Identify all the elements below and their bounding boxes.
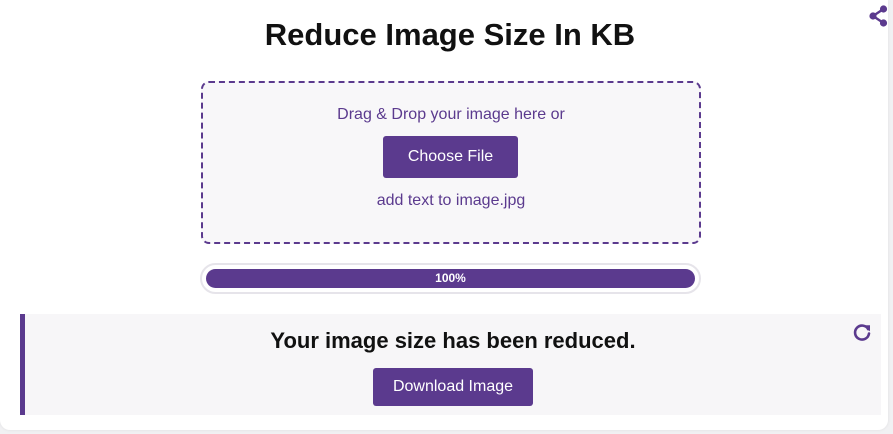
page-title: Reduce Image Size In KB	[264, 17, 636, 52]
choose-file-button[interactable]: Choose File	[383, 136, 518, 178]
refresh-icon[interactable]	[851, 322, 873, 344]
progress-percent: 100%	[435, 271, 466, 285]
result-message: Your image size has been reduced.	[270, 328, 636, 353]
download-image-button[interactable]: Download Image	[373, 368, 533, 406]
drop-instruction: Drag & Drop your image here or	[337, 106, 565, 123]
image-drop-zone[interactable]: Drag & Drop your image here or Choose Fi…	[201, 81, 701, 244]
selected-file-name: add text to image.jpg	[376, 192, 526, 209]
tool-card: Reduce Image Size In KB Drag & Drop your…	[0, 0, 888, 430]
upload-progress-bar: 100%	[200, 263, 701, 294]
result-panel: Your image size has been reduced. Downlo…	[20, 314, 881, 415]
